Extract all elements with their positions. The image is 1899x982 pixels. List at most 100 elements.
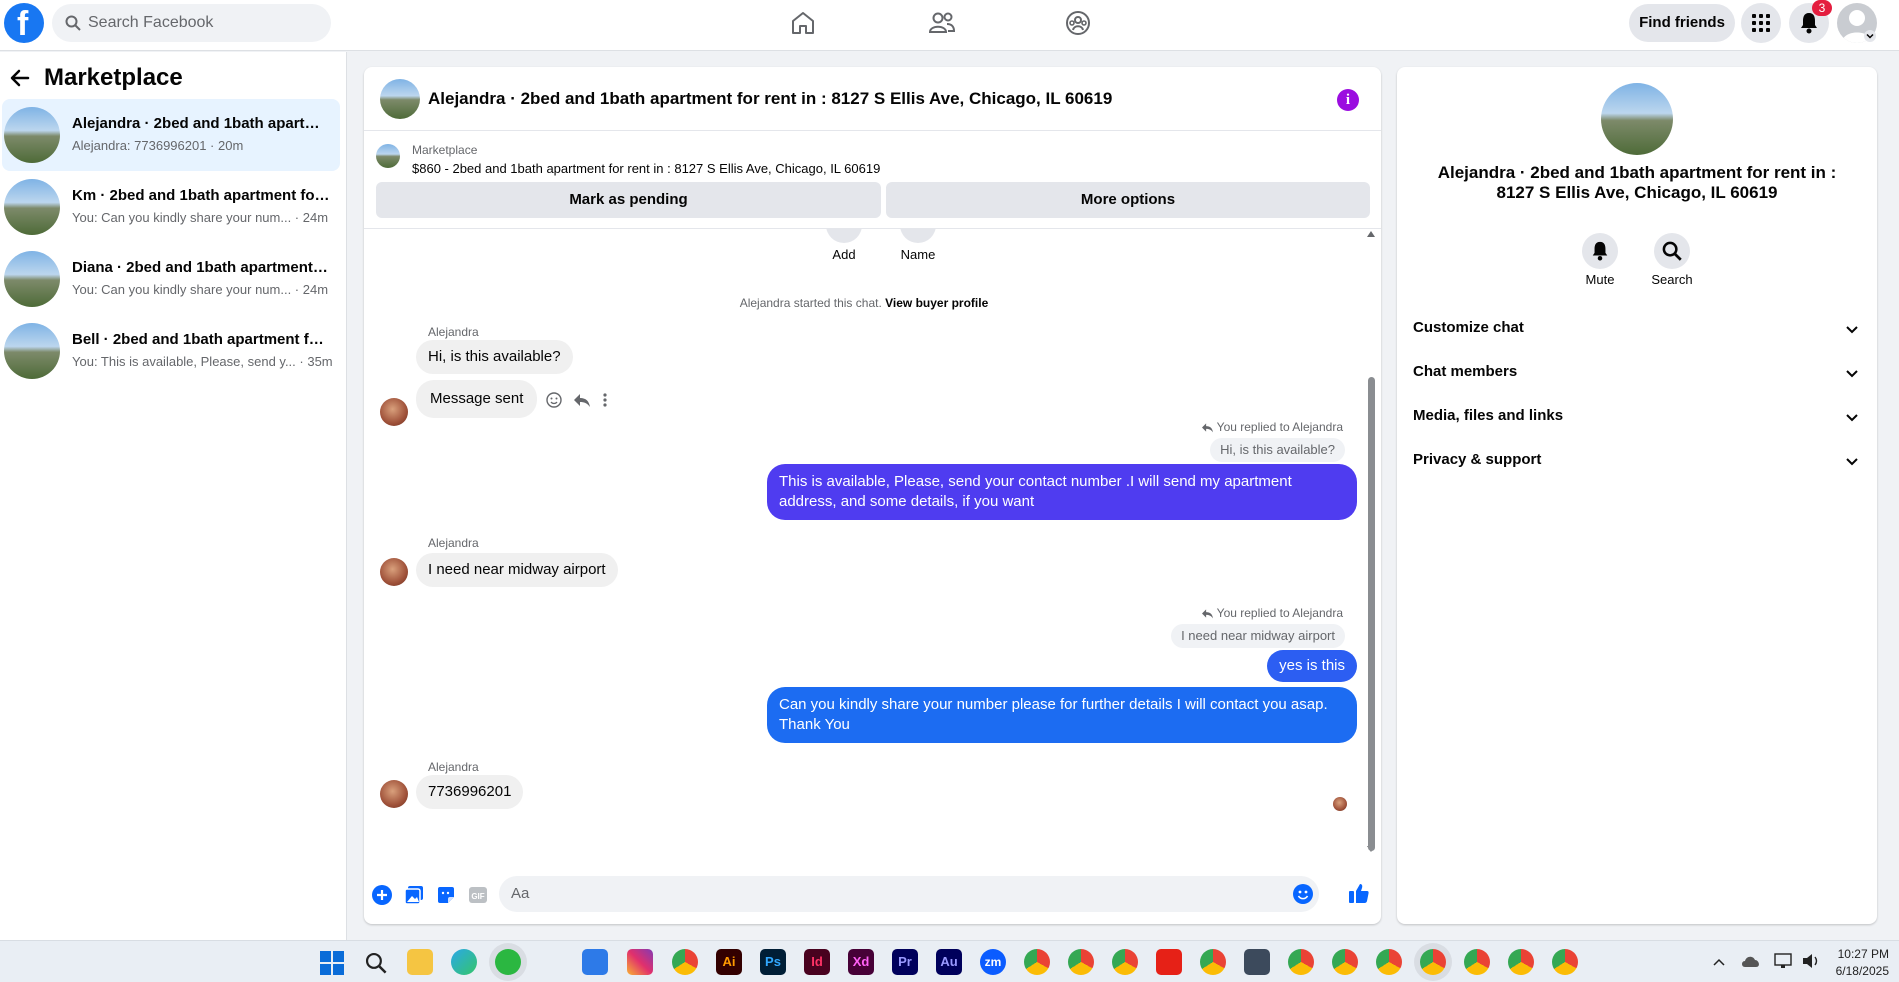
scroll-up-icon[interactable] xyxy=(1367,231,1375,237)
chrome-icon[interactable] xyxy=(1552,949,1578,975)
file-explorer-icon[interactable] xyxy=(407,949,433,975)
notification-badge: 3 xyxy=(1812,0,1832,16)
more-vertical-icon[interactable] xyxy=(602,392,608,408)
chrome-icon[interactable] xyxy=(1068,949,1094,975)
listing-thumbnail xyxy=(4,179,60,235)
conversation-item[interactable]: Alejandra · 2bed and 1bath apartment for… xyxy=(2,99,340,171)
more-options-button[interactable]: More options xyxy=(886,182,1370,218)
react-smiley-icon[interactable] xyxy=(546,392,562,408)
chrome-icon-active[interactable] xyxy=(1420,949,1446,975)
mute-button[interactable] xyxy=(1582,233,1618,269)
incoming-message[interactable]: I need near midway airport xyxy=(416,553,618,587)
onedrive-icon[interactable] xyxy=(1741,955,1761,967)
conversation-name: Km · 2bed and 1bath apartment for rent i… xyxy=(72,187,332,204)
home-icon[interactable] xyxy=(790,10,816,36)
whatsapp-icon[interactable] xyxy=(495,949,521,975)
chat-started-notice: Alejandra started this chat. View buyer … xyxy=(739,296,989,310)
chrome-icon[interactable] xyxy=(1200,949,1226,975)
illustrator-icon[interactable]: Ai xyxy=(716,949,742,975)
app-icon[interactable] xyxy=(1156,949,1182,975)
photo-icon[interactable] xyxy=(404,885,424,905)
chrome-icon[interactable] xyxy=(1332,949,1358,975)
listing-photo[interactable] xyxy=(1601,83,1673,155)
message-composer: GIF Aa xyxy=(364,867,1381,924)
back-arrow-icon[interactable] xyxy=(10,68,30,88)
audition-icon[interactable]: Au xyxy=(936,949,962,975)
chevron-down-icon xyxy=(1846,370,1858,378)
app-icon[interactable] xyxy=(1244,949,1270,975)
outgoing-message[interactable]: yes is this xyxy=(1267,650,1357,682)
reply-icon[interactable] xyxy=(573,392,591,408)
quoted-message[interactable]: I need near midway airport xyxy=(1171,624,1345,648)
listing-thumbnail-small[interactable] xyxy=(376,144,400,168)
chevron-down-icon xyxy=(1846,458,1858,466)
conversation-preview: Alejandra: 7736996201 · 20m xyxy=(72,138,244,153)
conversation-preview: You: Can you kindly share your num... · … xyxy=(72,282,329,297)
chrome-icon[interactable] xyxy=(1464,949,1490,975)
conversation-name: Bell · 2bed and 1bath apartment for rent… xyxy=(72,331,332,348)
clock-date[interactable]: 6/18/2025 xyxy=(1815,964,1889,978)
thumbs-up-icon[interactable] xyxy=(1348,882,1370,904)
marketplace-inbox-panel: Marketplace Alejandra · 2bed and 1bath a… xyxy=(0,52,347,940)
emoji-icon[interactable] xyxy=(1293,884,1313,904)
edge-icon[interactable] xyxy=(451,949,477,975)
mark-as-pending-button[interactable]: Mark as pending xyxy=(376,182,881,218)
seen-receipt-avatar xyxy=(1333,797,1347,811)
notepad-icon[interactable] xyxy=(582,949,608,975)
quoted-message[interactable]: Hi, is this available? xyxy=(1210,438,1345,462)
reply-context: You replied to Alejandra xyxy=(1201,420,1343,434)
zoom-icon[interactable]: zm xyxy=(980,949,1006,975)
menu-grid-icon xyxy=(1752,14,1770,32)
tray-chevron-up-icon[interactable] xyxy=(1713,958,1725,966)
gif-icon[interactable]: GIF xyxy=(468,885,488,905)
incoming-message[interactable]: Message sent xyxy=(416,380,538,418)
facebook-logo[interactable]: f xyxy=(4,3,44,43)
customize-chat-section[interactable]: Customize chat xyxy=(1413,309,1859,349)
menu-grid-button[interactable] xyxy=(1741,3,1781,43)
listing-title[interactable]: $860 - 2bed and 1bath apartment for rent… xyxy=(412,161,880,176)
search-facebook-input[interactable]: Search Facebook xyxy=(52,4,331,42)
chevron-down-icon[interactable] xyxy=(1864,30,1876,42)
chrome-icon[interactable] xyxy=(672,949,698,975)
sticker-icon[interactable] xyxy=(436,885,456,905)
xd-icon[interactable]: Xd xyxy=(848,949,874,975)
marketplace-label: Marketplace xyxy=(412,143,478,157)
chat-members-section[interactable]: Chat members xyxy=(1413,353,1859,393)
network-icon[interactable] xyxy=(1774,953,1792,969)
incoming-message[interactable]: Hi, is this available? xyxy=(416,340,573,374)
chrome-icon[interactable] xyxy=(1112,949,1138,975)
clock-time[interactable]: 10:27 PM xyxy=(1815,947,1889,961)
groups-icon[interactable] xyxy=(1065,10,1091,36)
chrome-icon[interactable] xyxy=(1288,949,1314,975)
media-files-links-section[interactable]: Media, files and links xyxy=(1413,397,1859,437)
indesign-icon[interactable]: Id xyxy=(804,949,830,975)
search-in-chat-button[interactable] xyxy=(1654,233,1690,269)
privacy-support-section[interactable]: Privacy & support xyxy=(1413,441,1859,481)
incoming-message[interactable]: 7736996201 xyxy=(416,775,524,809)
friends-icon[interactable] xyxy=(928,10,956,36)
conversation-item[interactable]: Diana · 2bed and 1bath apartment for ren… xyxy=(2,243,340,315)
instagram-icon[interactable] xyxy=(627,949,653,975)
find-friends-button[interactable]: Find friends xyxy=(1629,4,1735,42)
chrome-icon[interactable] xyxy=(1376,949,1402,975)
conversation-name: Alejandra · 2bed and 1bath apartment for… xyxy=(72,115,332,132)
plus-circle-icon[interactable] xyxy=(372,885,392,905)
sender-name: Alejandra xyxy=(428,760,479,774)
conversation-item[interactable]: Km · 2bed and 1bath apartment for rent i… xyxy=(2,171,340,243)
scrollbar-thumb[interactable] xyxy=(1368,377,1375,851)
windows-start-icon[interactable] xyxy=(320,951,344,975)
conversation-item[interactable]: Bell · 2bed and 1bath apartment for rent… xyxy=(2,315,340,387)
add-button[interactable] xyxy=(826,229,862,243)
listing-thumbnail xyxy=(4,107,60,163)
outgoing-message[interactable]: Can you kindly share your number please … xyxy=(767,687,1357,743)
listing-thumbnail xyxy=(4,251,60,307)
taskbar-search-icon[interactable] xyxy=(365,952,387,974)
outgoing-message[interactable]: This is available, Please, send your con… xyxy=(767,464,1357,520)
name-button[interactable] xyxy=(900,229,936,243)
chrome-icon[interactable] xyxy=(1024,949,1050,975)
message-input[interactable]: Aa xyxy=(499,876,1319,912)
photoshop-icon[interactable]: Ps xyxy=(760,949,786,975)
premiere-icon[interactable]: Pr xyxy=(892,949,918,975)
chrome-icon[interactable] xyxy=(1508,949,1534,975)
view-buyer-profile-link[interactable]: View buyer profile xyxy=(885,296,988,310)
